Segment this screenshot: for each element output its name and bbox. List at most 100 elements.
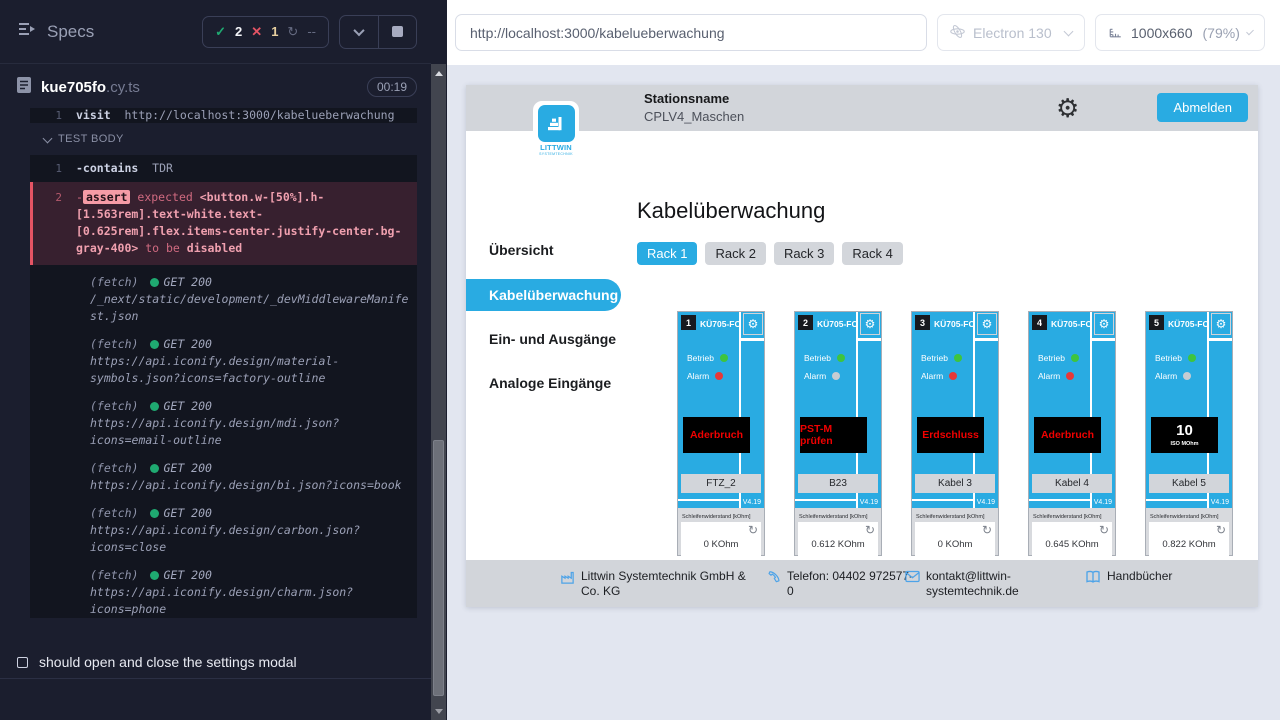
specs-label[interactable]: Specs xyxy=(47,22,94,42)
device-card-4: ⚙ 4 KÜ705-FO Betrieb Alarm Aderbruch Kab… xyxy=(1028,311,1116,556)
manuals-label: Handbücher xyxy=(1107,569,1172,584)
device-number: 2 xyxy=(798,315,813,330)
url-input[interactable] xyxy=(455,14,927,51)
command-log: 1 visit http://localhost:3000/kabelueber… xyxy=(30,108,417,629)
viewport-select[interactable]: 1000x660 (79%) xyxy=(1095,14,1265,51)
device-gear-icon[interactable]: ⚙ xyxy=(743,313,763,335)
cable-name: Kabel 3 xyxy=(915,474,995,493)
tab-rack-2[interactable]: Rack 2 xyxy=(705,242,765,265)
failed-assert-row[interactable]: 2 -assert expected <button.w-[50%].h-[1.… xyxy=(30,182,417,265)
sidebar-item-uebersicht[interactable]: Übersicht xyxy=(466,236,617,264)
refresh-icon[interactable]: ↻ xyxy=(1099,523,1109,537)
sidebar-item-kabelueberwachung[interactable]: Kabelüberwachung xyxy=(466,279,621,311)
logout-button[interactable]: Abmelden xyxy=(1157,93,1248,122)
collapse-all-button[interactable] xyxy=(340,16,378,48)
device-gear-icon[interactable]: ⚙ xyxy=(1211,313,1231,335)
email-address: kontakt@littwin-systemtechnik.de xyxy=(926,569,1029,599)
ruler-icon xyxy=(1108,24,1123,42)
specs-list-icon[interactable] xyxy=(18,21,37,42)
scroll-up-arrow[interactable] xyxy=(431,66,446,80)
chevron-down-icon xyxy=(353,24,364,35)
cable-name: Kabel 4 xyxy=(1032,474,1112,493)
footer-email: kontakt@littwin-systemtechnik.de xyxy=(905,569,1029,599)
fetch-url: https://api.iconify.design/material-symb… xyxy=(90,353,409,387)
visit-command-row[interactable]: 1 visit http://localhost:3000/kabelueber… xyxy=(30,108,417,123)
fetch-url: https://api.iconify.design/charm.json?ic… xyxy=(90,584,409,618)
assert-state: disabled xyxy=(187,241,242,255)
sidebar-item-analoge-eingaenge[interactable]: Analoge Eingänge xyxy=(466,369,617,397)
loop-resistance-value: 0 KOhm xyxy=(915,539,995,550)
app-header: Stationsname CPLV4_Maschen ⚙ Abmelden xyxy=(466,85,1258,131)
settings-gear-icon[interactable]: ⚙ xyxy=(1056,91,1079,125)
test-stats: ✓ 2 ✕ 1 ↻ -- xyxy=(202,16,329,48)
spec-file-icon xyxy=(16,76,32,99)
refresh-icon[interactable]: ↻ xyxy=(982,523,992,537)
aut-stage: Stationsname CPLV4_Maschen ⚙ Abmelden LI… xyxy=(447,65,1280,720)
stop-square-icon xyxy=(392,26,403,37)
betrieb-led xyxy=(837,354,845,362)
visit-command: visit xyxy=(76,108,111,122)
device-card-1: ⚙ 1 KÜ705-FO Betrieb Alarm Aderbruch FTZ… xyxy=(677,311,765,556)
refresh-icon[interactable]: ↻ xyxy=(865,523,875,537)
firmware-version: V4.19 xyxy=(743,499,761,506)
fetch-log-row[interactable]: (fetch)GET 200 https://api.iconify.desig… xyxy=(30,336,417,387)
phone-icon xyxy=(767,570,781,589)
sidebar-item-ein-und-ausgaenge[interactable]: Ein- und Ausgänge xyxy=(466,325,617,353)
fetch-url: https://api.iconify.design/carbon.json?i… xyxy=(90,522,409,556)
viewport-zoom: (79%) xyxy=(1203,25,1240,41)
scrollbar-thumb[interactable] xyxy=(433,440,444,696)
pending-refresh-icon: ↻ xyxy=(287,24,298,40)
device-gear-icon[interactable]: ⚙ xyxy=(977,313,997,335)
cable-name: FTZ_2 xyxy=(681,474,761,493)
fetch-log-row[interactable]: (fetch)GET 200 https://api.iconify.desig… xyxy=(30,567,417,618)
status-ok-dot xyxy=(150,509,159,518)
spec-file-row[interactable]: kue705fo.cy.ts 00:19 xyxy=(0,64,431,110)
loop-resistance-label: Schleifenwiderstand [kOhm] xyxy=(1150,514,1228,520)
visit-url: http://localhost:3000/kabelueberwachung xyxy=(124,108,394,122)
browser-select[interactable]: Electron 130 xyxy=(937,14,1085,51)
fetch-log-row[interactable]: (fetch)GET 200 https://api.iconify.desig… xyxy=(30,505,417,556)
factory-icon xyxy=(560,570,575,590)
loop-resistance-label: Schleifenwiderstand [kOhm] xyxy=(682,514,760,520)
contains-command-row[interactable]: 1 -contains TDR xyxy=(30,155,417,182)
next-test-title: should open and close the settings modal xyxy=(39,654,297,670)
contains-arg: TDR xyxy=(152,161,173,175)
loop-resistance-label: Schleifenwiderstand [kOhm] xyxy=(1033,514,1111,520)
line-number: 1 xyxy=(30,108,76,123)
device-gear-icon[interactable]: ⚙ xyxy=(1094,313,1114,335)
browser-url-bar: Electron 130 1000x660 (79%) xyxy=(447,0,1280,65)
stop-button[interactable] xyxy=(378,16,416,48)
fetch-log-row[interactable]: (fetch)GET 200 /_next/static/development… xyxy=(30,274,417,325)
tab-rack-4[interactable]: Rack 4 xyxy=(842,242,902,265)
loop-resistance-value: 0.822 KOhm xyxy=(1149,539,1229,550)
tab-rack-3[interactable]: Rack 3 xyxy=(774,242,834,265)
book-icon xyxy=(1085,570,1101,589)
company-name: Littwin Systemtechnik GmbH & Co. KG xyxy=(581,569,753,599)
fetch-log-row[interactable]: (fetch)GET 200 https://api.iconify.desig… xyxy=(30,398,417,449)
iso-value: 10 xyxy=(1176,423,1193,439)
reporter-scrollbar[interactable] xyxy=(431,64,446,720)
device-number: 4 xyxy=(1032,315,1047,330)
section-chevron-icon xyxy=(43,133,53,143)
app-footer: Littwin Systemtechnik GmbH & Co. KG Tele… xyxy=(466,560,1258,607)
refresh-icon[interactable]: ↻ xyxy=(1216,523,1226,537)
tab-rack-1[interactable]: Rack 1 xyxy=(637,242,697,265)
spec-name: kue705fo.cy.ts xyxy=(41,79,140,96)
loop-resistance-box: ↻ 0 KOhm xyxy=(915,522,995,556)
alarm-led xyxy=(832,372,840,380)
logo-subtitle: SYSTEMTECHNIK xyxy=(533,152,579,156)
fetch-log-row[interactable]: (fetch)GET 200 https://api.iconify.desig… xyxy=(30,460,417,494)
status-ok-dot xyxy=(150,464,159,473)
rack-tabs: Rack 1 Rack 2 Rack 3 Rack 4 xyxy=(637,242,903,265)
status-ok-dot xyxy=(150,571,159,580)
next-test-row[interactable]: should open and close the settings modal xyxy=(0,646,431,679)
footer-manuals-link[interactable]: Handbücher xyxy=(1085,569,1172,589)
email-icon xyxy=(905,570,920,588)
device-gear-icon[interactable]: ⚙ xyxy=(860,313,880,335)
fetch-url: /_next/static/development/_devMiddleware… xyxy=(90,291,409,325)
browser-name: Electron 130 xyxy=(973,25,1052,41)
refresh-icon[interactable]: ↻ xyxy=(748,523,758,537)
test-body-section-header[interactable]: TEST BODY xyxy=(30,123,417,155)
spec-duration-badge: 00:19 xyxy=(367,77,417,97)
scroll-down-arrow[interactable] xyxy=(431,704,446,718)
